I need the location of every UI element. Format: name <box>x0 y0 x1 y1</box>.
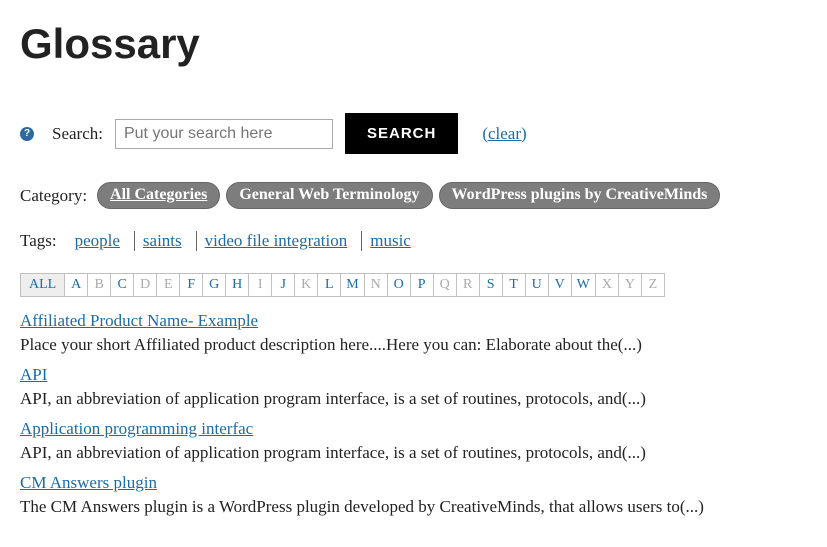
alpha-letter-n: N <box>364 273 388 297</box>
tag-item[interactable]: video file integration <box>196 231 356 251</box>
alpha-letter-j[interactable]: J <box>271 273 295 297</box>
alpha-letter-f[interactable]: F <box>179 273 203 297</box>
entry-desc: Place your short Affiliated product desc… <box>20 335 807 355</box>
clear-link[interactable]: (clear) <box>482 124 526 144</box>
alpha-letter-s[interactable]: S <box>479 273 503 297</box>
tag-item[interactable]: saints <box>134 231 190 251</box>
search-label: Search: <box>52 124 103 144</box>
alpha-letter-q: Q <box>433 273 457 297</box>
alpha-letter-i: I <box>248 273 272 297</box>
alpha-letter-l[interactable]: L <box>317 273 341 297</box>
tag-item[interactable]: people <box>67 231 128 251</box>
page-title: Glossary <box>20 20 807 68</box>
alpha-letter-b: B <box>87 273 111 297</box>
entry-desc: The CM Answers plugin is a WordPress plu… <box>20 497 807 517</box>
category-pill-all[interactable]: All Categories <box>97 182 220 209</box>
alpha-letter-y: Y <box>618 273 642 297</box>
alpha-letter-a[interactable]: A <box>64 273 88 297</box>
alpha-letter-p[interactable]: P <box>410 273 434 297</box>
entry-desc: API, an abbreviation of application prog… <box>20 443 807 463</box>
alpha-letter-r: R <box>456 273 480 297</box>
search-button[interactable]: SEARCH <box>345 113 458 154</box>
alpha-letter-g[interactable]: G <box>202 273 226 297</box>
tags-label: Tags: <box>20 231 57 251</box>
tags-row: Tags: people saints video file integrati… <box>20 231 807 251</box>
help-icon[interactable]: ? <box>20 127 34 141</box>
entry-title[interactable]: API <box>20 365 47 385</box>
entry-desc: API, an abbreviation of application prog… <box>20 389 807 409</box>
entry: API API, an abbreviation of application p… <box>20 365 807 409</box>
search-input[interactable] <box>115 119 333 149</box>
entry-title[interactable]: CM Answers plugin <box>20 473 157 493</box>
alpha-letter-m[interactable]: M <box>340 273 364 297</box>
alpha-letter-w[interactable]: W <box>571 273 596 297</box>
category-pill-wordpress[interactable]: WordPress plugins by CreativeMinds <box>439 182 721 209</box>
alpha-all[interactable]: ALL <box>20 273 65 297</box>
tag-item[interactable]: music <box>361 231 419 251</box>
entry: Affiliated Product Name- Example Place yo… <box>20 311 807 355</box>
alpha-letter-d: D <box>133 273 157 297</box>
alpha-letter-v[interactable]: V <box>548 273 572 297</box>
alpha-bar: ALL ABCDEFGHIJKLMNOPQRSTUVWXYZ <box>20 273 807 297</box>
entries-list: Affiliated Product Name- Example Place yo… <box>20 311 807 517</box>
category-row: Category: All Categories General Web Ter… <box>20 182 807 209</box>
entry-title[interactable]: Application programming interfac <box>20 419 253 439</box>
category-pill-general[interactable]: General Web Terminology <box>226 182 432 209</box>
entry: CM Answers plugin The CM Answers plugin i… <box>20 473 807 517</box>
alpha-letter-x: X <box>595 273 619 297</box>
search-row: ? Search: SEARCH (clear) <box>20 113 807 154</box>
alpha-letter-u[interactable]: U <box>525 273 549 297</box>
category-label: Category: <box>20 186 87 206</box>
alpha-letter-o[interactable]: O <box>387 273 411 297</box>
alpha-letter-t[interactable]: T <box>502 273 526 297</box>
alpha-letter-e: E <box>156 273 180 297</box>
entry: Application programming interfac API, an … <box>20 419 807 463</box>
entry-title[interactable]: Affiliated Product Name- Example <box>20 311 258 331</box>
alpha-letter-c[interactable]: C <box>110 273 134 297</box>
alpha-letter-z: Z <box>641 273 665 297</box>
alpha-letter-h[interactable]: H <box>225 273 249 297</box>
alpha-letter-k: K <box>294 273 318 297</box>
